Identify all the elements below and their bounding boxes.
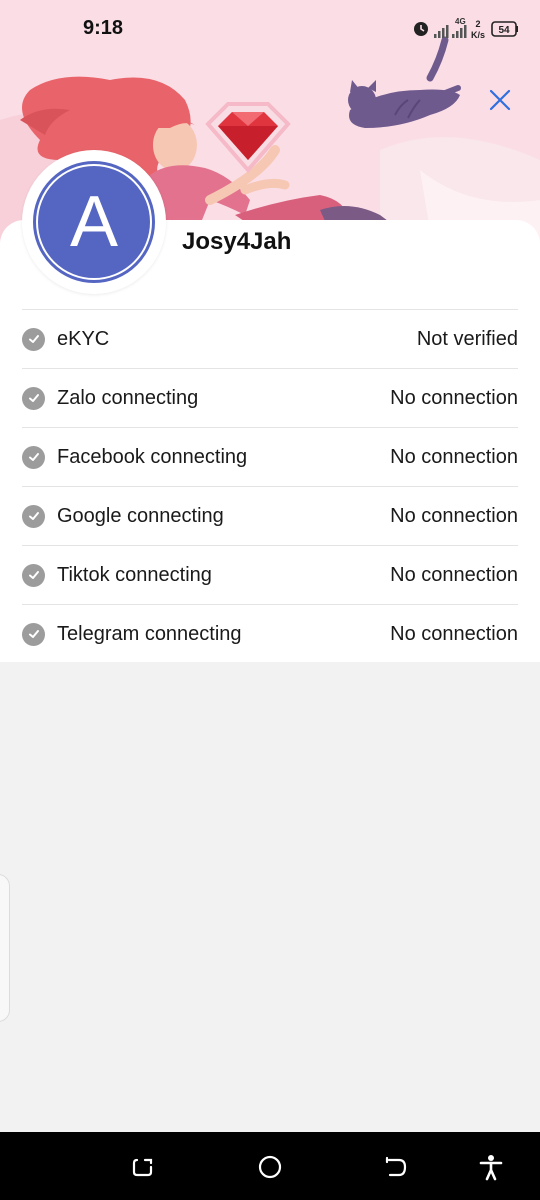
status-time: 9:18 (83, 17, 124, 39)
home-button[interactable] (255, 1152, 285, 1182)
navigation-bar (0, 1132, 540, 1200)
check-circle-icon (22, 622, 45, 646)
recents-icon (132, 1158, 153, 1177)
network-type-label: 4G (455, 17, 466, 26)
status-icons: 4G 2 K/s 54 (414, 17, 518, 40)
list-item-status: No connection (390, 445, 518, 468)
list-item-label: Tiktok connecting (57, 563, 212, 586)
list-item-facebook[interactable]: Facebook connecting No connection (22, 427, 518, 486)
signal-icon (434, 25, 449, 38)
list-item-label: Google connecting (57, 504, 224, 527)
avatar-letter: A (36, 164, 152, 280)
list-item-label: Facebook connecting (57, 445, 248, 468)
accessibility-button[interactable] (476, 1152, 506, 1182)
close-button[interactable] (482, 82, 518, 118)
avatar-circle: A (30, 158, 158, 286)
list-item-status: No connection (390, 386, 518, 409)
check-circle-icon (22, 327, 45, 351)
check-circle-icon (22, 504, 45, 528)
check-circle-icon (22, 563, 45, 587)
close-icon (489, 89, 511, 111)
back-icon (385, 1156, 407, 1177)
list-item-status: Not verified (416, 327, 518, 350)
battery-icon: 54 (491, 21, 518, 37)
status-bar: 9:18 4G 2 K/s 54 (0, 0, 540, 56)
list-item-zalo[interactable]: Zalo connecting No connection (22, 368, 518, 427)
list-item-status: No connection (390, 563, 518, 586)
back-button[interactable] (381, 1152, 411, 1182)
check-circle-icon (22, 386, 45, 410)
verification-list: eKYC Not verified Zalo connecting No con… (22, 309, 518, 663)
speed-unit: K/s (471, 30, 485, 40)
list-item-google[interactable]: Google connecting No connection (22, 486, 518, 545)
home-icon (258, 1155, 282, 1179)
speed-value: 2 (475, 19, 480, 29)
list-item-status: No connection (390, 622, 518, 645)
username: Josy4Jah (182, 228, 292, 255)
list-item-tiktok[interactable]: Tiktok connecting No connection (22, 545, 518, 604)
list-item-telegram[interactable]: Telegram connecting No connection (22, 604, 518, 663)
avatar[interactable]: A (22, 150, 166, 294)
list-item-label: Telegram connecting (57, 622, 242, 645)
signal-4g-icon (452, 25, 467, 38)
accessibility-icon (479, 1155, 503, 1181)
alarm-icon (414, 22, 428, 36)
profile-screen: 9:18 4G 2 K/s 54 A Josy4Jah eKYC Not ver… (0, 0, 540, 1200)
recents-button[interactable] (128, 1152, 158, 1182)
battery-level: 54 (498, 25, 510, 36)
check-circle-icon (22, 445, 45, 469)
side-panel-handle[interactable] (0, 874, 10, 1022)
list-item-status: No connection (390, 504, 518, 527)
list-item-label: Zalo connecting (57, 386, 199, 409)
list-item-ekyc[interactable]: eKYC Not verified (22, 309, 518, 368)
list-item-label: eKYC (57, 327, 110, 350)
